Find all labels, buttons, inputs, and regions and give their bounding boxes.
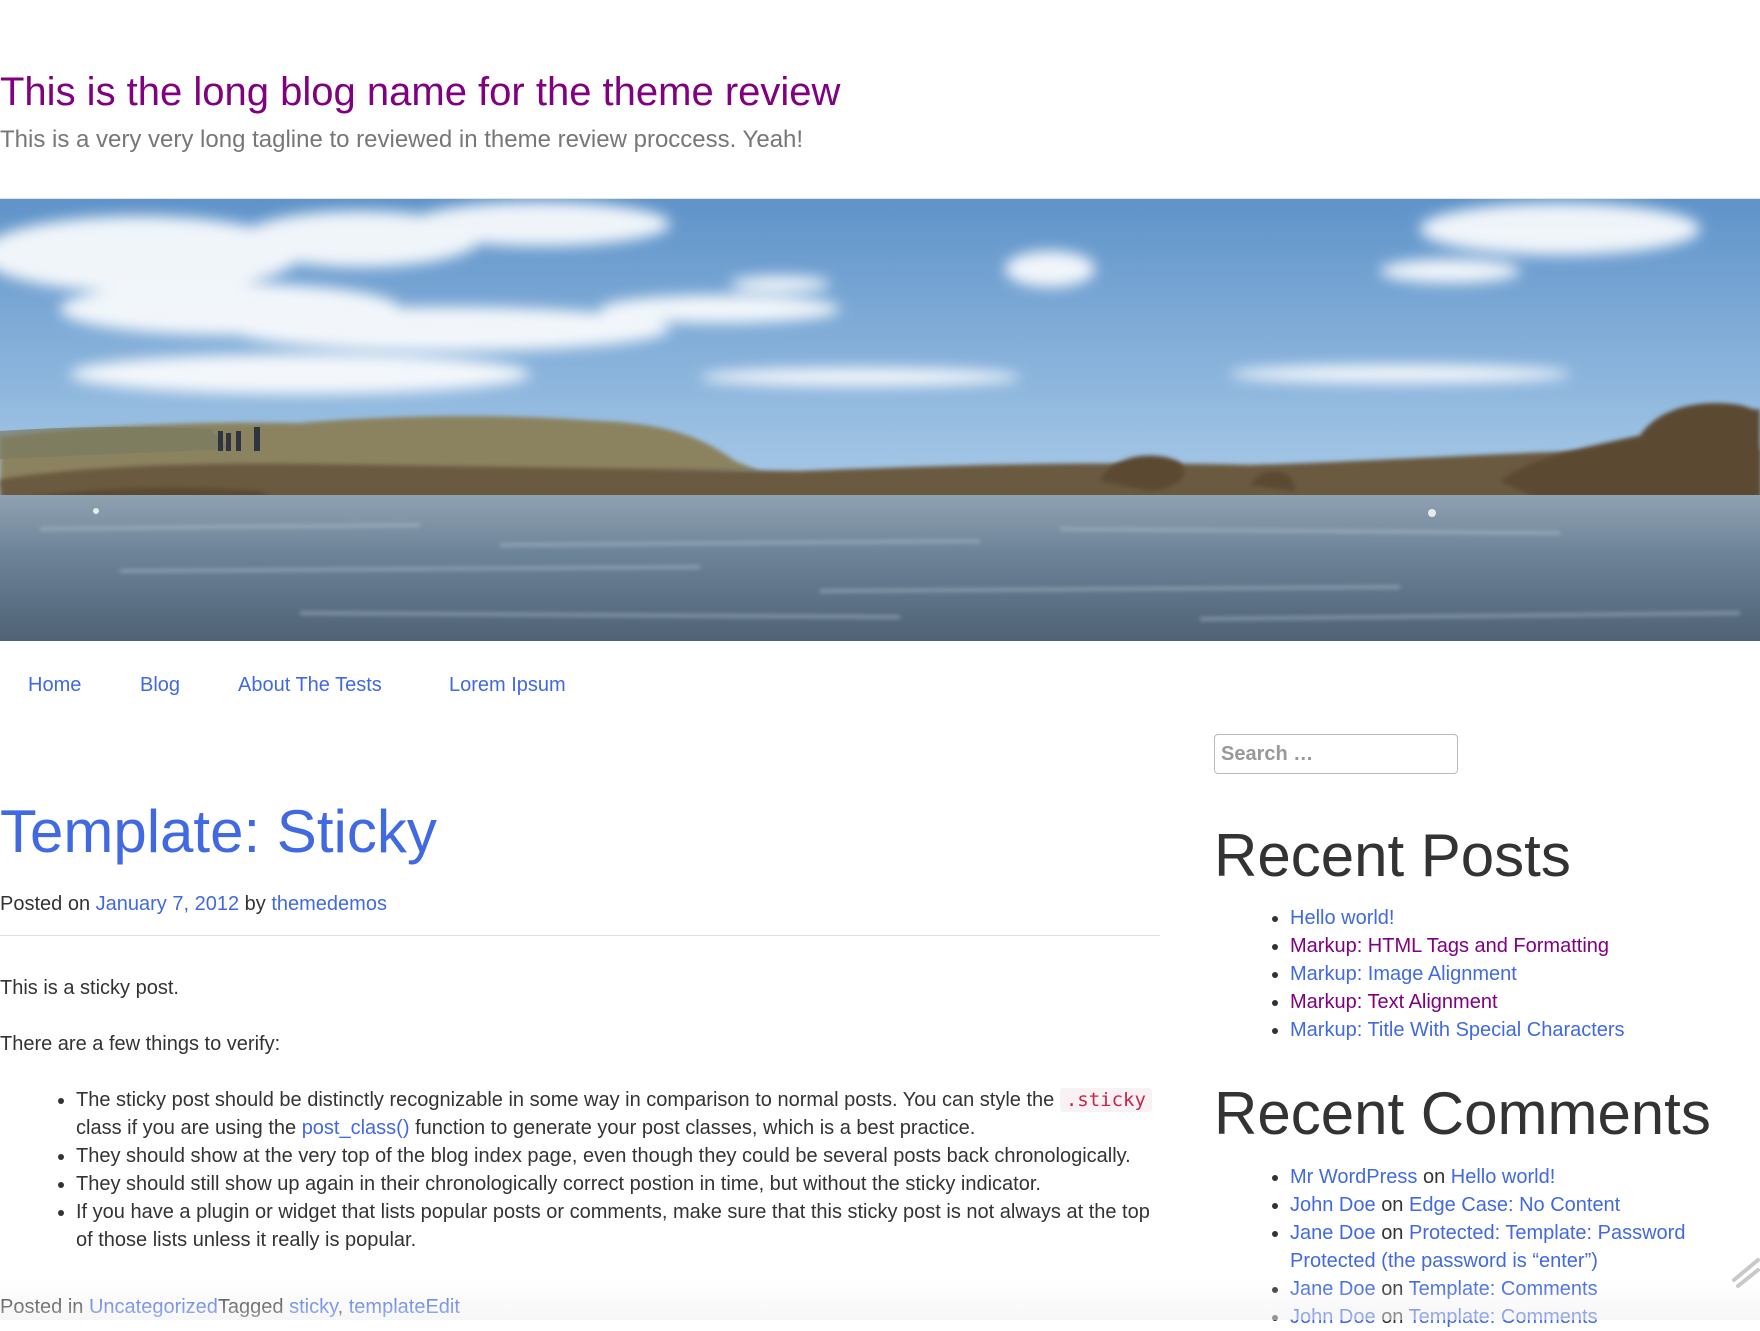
recent-post-link[interactable]: Markup: Image Alignment: [1290, 963, 1517, 985]
site-title[interactable]: This is the long blog name for the theme…: [0, 70, 840, 115]
post-content: This is a sticky post. There are a few t…: [0, 974, 1160, 1254]
recent-post-link[interactable]: Markup: HTML Tags and Formatting: [1290, 935, 1609, 957]
list-item: Markup: HTML Tags and Formatting: [1290, 932, 1734, 960]
by-label: by: [244, 893, 266, 915]
recent-post-link[interactable]: Markup: Title With Special Characters: [1290, 1019, 1625, 1041]
nav-item-home[interactable]: Home: [28, 674, 81, 697]
list-item: John Doe on Template: Comments: [1290, 1303, 1734, 1331]
tag-link-template[interactable]: template: [349, 1296, 426, 1318]
post-date-link[interactable]: January 7, 2012: [96, 893, 239, 915]
comment-author-link[interactable]: Mr WordPress: [1290, 1166, 1417, 1188]
recent-posts-title: Recent Posts: [1214, 822, 1571, 889]
nav-item-lorem-ipsum[interactable]: Lorem Ipsum: [449, 674, 566, 697]
recent-comments-list: Mr WordPress on Hello world! John Doe on…: [1214, 1163, 1734, 1331]
list-item: Jane Doe on Template: Comments: [1290, 1275, 1734, 1303]
list-item: Mr WordPress on Hello world!: [1290, 1163, 1734, 1191]
recent-posts-list: Hello world! Markup: HTML Tags and Forma…: [1214, 904, 1734, 1044]
category-link[interactable]: Uncategorized: [89, 1296, 218, 1318]
site-tagline: This is a very very long tagline to revi…: [0, 126, 804, 153]
post-title[interactable]: Template: Sticky: [0, 802, 437, 862]
posted-in-label: Posted in: [0, 1296, 84, 1318]
list-item: Markup: Title With Special Characters: [1290, 1016, 1734, 1044]
tagged-label: Tagged: [217, 1296, 284, 1318]
post-class-link[interactable]: post_class(): [302, 1117, 410, 1139]
comment-author-link[interactable]: John Doe: [1290, 1194, 1376, 1216]
list-item: If you have a plugin or widget that list…: [76, 1198, 1160, 1254]
header-image: [0, 198, 1760, 641]
verify-list: The sticky post should be distinctly rec…: [0, 1086, 1160, 1254]
comment-post-link[interactable]: Template: Comments: [1409, 1278, 1598, 1300]
nav-item-about-the-tests[interactable]: About The Tests: [238, 674, 382, 697]
comment-post-link[interactable]: Hello world!: [1451, 1166, 1555, 1188]
posted-on-label: Posted on: [0, 893, 91, 915]
list-item: They should show at the very top of the …: [76, 1142, 1160, 1170]
list-item: Hello world!: [1290, 904, 1734, 932]
list-item: The sticky post should be distinctly rec…: [76, 1086, 1160, 1142]
paragraph: There are a few things to verify:: [0, 1033, 281, 1055]
list-item: John Doe on Edge Case: No Content: [1290, 1191, 1734, 1219]
meta-divider: [0, 935, 1160, 936]
list-item: Markup: Image Alignment: [1290, 960, 1734, 988]
recent-post-link[interactable]: Markup: Text Alignment: [1290, 991, 1498, 1013]
sticky-code: .sticky: [1059, 1088, 1152, 1112]
comment-author-link[interactable]: Jane Doe: [1290, 1278, 1376, 1300]
recent-post-link[interactable]: Hello world!: [1290, 907, 1394, 929]
nav-item-blog[interactable]: Blog: [140, 674, 180, 697]
list-item: They should still show up again in their…: [76, 1170, 1160, 1198]
list-item: Markup: Text Alignment: [1290, 988, 1734, 1016]
comment-post-link[interactable]: Template: Comments: [1409, 1306, 1598, 1328]
comment-author-link[interactable]: John Doe: [1290, 1306, 1376, 1328]
pencil-icon[interactable]: [1728, 1250, 1760, 1290]
recent-comments-title: Recent Comments: [1214, 1080, 1711, 1147]
paragraph: This is a sticky post.: [0, 977, 179, 999]
edit-link[interactable]: Edit: [425, 1296, 459, 1318]
comment-author-link[interactable]: Jane Doe: [1290, 1222, 1376, 1244]
tag-link-sticky[interactable]: sticky: [289, 1296, 338, 1318]
post-footer: Posted in UncategorizedTagged sticky, te…: [0, 1296, 460, 1318]
comment-post-link[interactable]: Edge Case: No Content: [1409, 1194, 1620, 1216]
post-meta: Posted on January 7, 2012 by themedemos: [0, 893, 387, 916]
search-input[interactable]: [1214, 734, 1458, 774]
coastal-landscape-image: [0, 199, 1760, 641]
list-item: Jane Doe on Protected: Template: Passwor…: [1290, 1219, 1734, 1275]
post-author-link[interactable]: themedemos: [271, 893, 387, 915]
